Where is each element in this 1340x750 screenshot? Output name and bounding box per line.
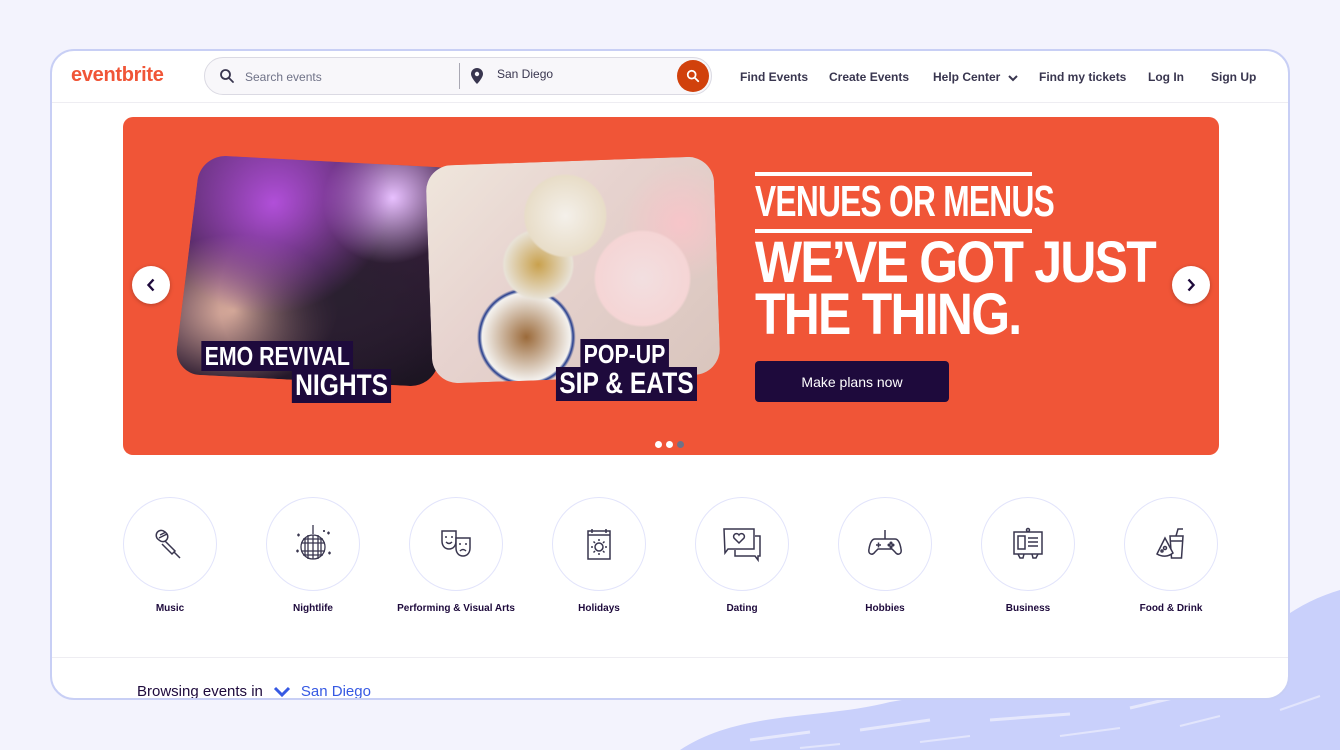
gamepad-icon [868,530,902,555]
eventbrite-logo[interactable]: eventbrite [71,64,164,87]
carousel-prev-button[interactable] [132,266,170,304]
category-music[interactable]: Music [110,497,230,615]
nav-log-in[interactable]: Log In [1148,70,1184,84]
section-divider [52,657,1288,658]
category-circle [266,497,360,591]
hero-kicker: VENUES OR MENUS [755,177,1055,226]
location-input[interactable] [497,67,647,81]
hero-carousel: EMO REVIVAL NIGHTS POP-UP SIP & EATS VEN… [123,117,1219,455]
hero-headline-line2: THE THING. [755,282,1022,347]
nav-create-events[interactable]: Create Events [829,70,909,84]
category-circle [409,497,503,591]
theater-masks-icon [441,530,471,557]
category-circle [838,497,932,591]
category-nightlife[interactable]: Nightlife [253,497,373,615]
chevron-left-icon [146,278,155,292]
category-hobbies[interactable]: Hobbies [825,497,945,615]
site-header: eventbrite Find Events Create Events Hel… [52,51,1288,103]
hero-headline: WE’VE GOT JUST THE THING. [755,234,1157,347]
category-performing-visual-arts[interactable]: Performing & Visual Arts [396,497,516,615]
category-circle [1124,497,1218,591]
category-food-drink[interactable]: Food & Drink [1111,497,1231,615]
chevron-down-icon [1007,75,1018,82]
card-title-line2: NIGHTS [291,369,391,403]
map-pin-icon [471,68,483,89]
location-dropdown[interactable]: San Diego [273,683,371,700]
carousel-dot[interactable] [666,441,673,448]
carousel-dot[interactable] [677,441,684,448]
nav-find-my-tickets[interactable]: Find my tickets [1039,70,1126,84]
card-title-line2: SIP & EATS [556,367,697,401]
carousel-dot[interactable] [655,441,662,448]
calendar-sun-icon [587,529,611,560]
chevron-right-icon [1187,278,1196,292]
food-photo [425,156,721,384]
chevron-down-icon [273,686,290,697]
pizza-drink-icon [1156,528,1184,559]
search-icon [219,68,235,89]
nav-sign-up[interactable]: Sign Up [1211,70,1256,84]
presentation-board-icon [1013,527,1043,559]
category-business[interactable]: Business [968,497,1088,615]
disco-ball-icon [296,525,331,560]
search-divider [459,63,460,89]
carousel-dots [655,441,684,448]
carousel-next-button[interactable] [1172,266,1210,304]
category-circle [981,497,1075,591]
browser-window: eventbrite Find Events Create Events Hel… [50,49,1290,700]
category-circle [695,497,789,591]
category-circle [123,497,217,591]
chat-heart-icon [723,528,761,563]
category-dating[interactable]: Dating [682,497,802,615]
card-title-line1: EMO REVIVAL [201,341,353,371]
search-submit-button[interactable] [677,60,709,92]
browsing-city: San Diego [300,683,371,700]
browsing-label: Browsing events in [137,683,263,700]
nav-help-center[interactable]: Help Center [933,70,1018,84]
card-title-line1: POP-UP [580,339,669,369]
search-bar [204,57,712,95]
make-plans-now-button[interactable]: Make plans now [755,361,949,402]
search-events-input[interactable] [245,67,445,87]
browsing-location: Browsing events in San Diego [137,683,371,700]
nav-find-events[interactable]: Find Events [740,70,808,84]
category-circle [552,497,646,591]
microphone-icon [155,529,181,559]
category-holidays[interactable]: Holidays [539,497,659,615]
kicker-rule-top [755,172,1032,176]
search-icon [686,69,700,83]
